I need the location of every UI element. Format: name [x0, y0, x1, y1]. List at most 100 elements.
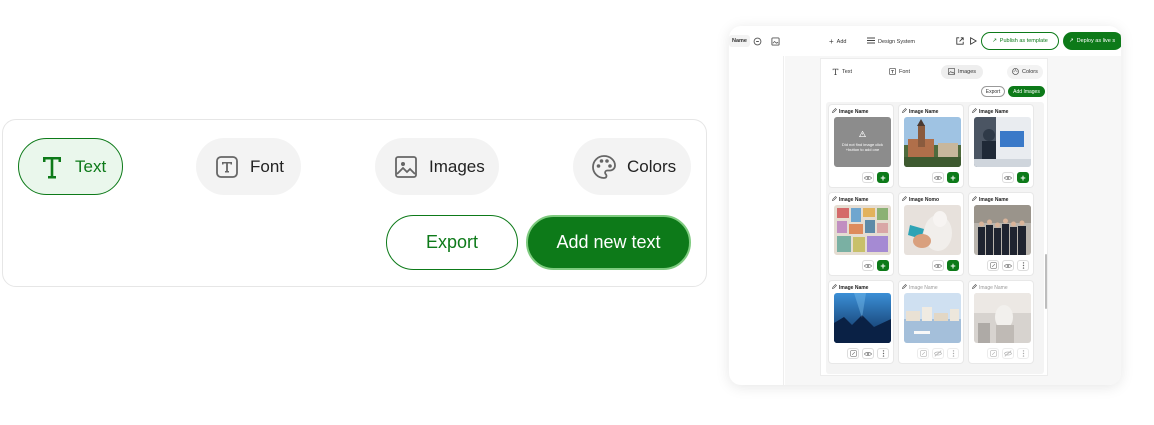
image-card-actions: + [932, 260, 959, 271]
tab-font-label: Font [250, 156, 285, 176]
zoom-toolbar-card: Text Font Images Colors Export Add new t… [2, 119, 707, 287]
project-name[interactable]: Name [729, 35, 750, 47]
palette-icon [591, 154, 617, 180]
missing-image-placeholder[interactable]: Did not find image click +button to add … [834, 117, 891, 167]
gallery-icon[interactable] [771, 37, 780, 46]
plus-icon[interactable]: + [877, 260, 889, 271]
eye-off-icon[interactable] [1002, 348, 1014, 359]
plus-icon[interactable]: + [947, 172, 959, 183]
image-card[interactable]: Image Name Did not find image click +butt… [828, 104, 894, 188]
pencil-icon [832, 196, 837, 203]
tab-font[interactable]: Font [196, 138, 301, 195]
replace-icon[interactable] [987, 260, 999, 271]
publish-label: Publish as template [999, 38, 1048, 44]
image-card-name: Image Name [839, 196, 869, 203]
image-thumbnail[interactable] [974, 205, 1031, 255]
arrow-up-right-icon: ↗ [1069, 38, 1074, 44]
panel-tab-colors[interactable]: Colors [1007, 65, 1043, 79]
eye-icon[interactable] [932, 260, 944, 271]
image-card[interactable]: Image Name [898, 280, 964, 364]
image-thumbnail[interactable] [974, 293, 1031, 343]
image-card-title[interactable]: Image Name [972, 196, 1008, 203]
image-card-title[interactable]: Image Name [832, 108, 868, 115]
design-system-menu[interactable]: Design System [867, 37, 915, 46]
image-card[interactable]: Image Name + [828, 192, 894, 276]
image-thumbnail[interactable] [904, 293, 961, 343]
warning-icon [858, 131, 867, 138]
text-icon [832, 68, 839, 77]
image-icon [393, 154, 419, 180]
image-card-title[interactable]: Image Name [832, 284, 868, 291]
add-new-text-button[interactable]: Add new text [526, 215, 691, 270]
image-card-title[interactable]: Image Nomo [902, 196, 939, 203]
tab-images-label: Images [429, 156, 485, 176]
replace-icon[interactable] [847, 348, 859, 359]
image-card-title[interactable]: Image Name [902, 108, 938, 115]
image-card-title[interactable]: Image Name [832, 196, 868, 203]
pencil-icon [832, 108, 837, 115]
add-images-button[interactable]: Add Images [1008, 86, 1045, 97]
deploy-live-button[interactable]: ↗ Deploy as live s [1063, 32, 1121, 50]
panel-tab-colors-label: Colors [1022, 69, 1038, 75]
image-card-title[interactable]: Image Name [972, 284, 1008, 291]
scrollbar[interactable] [1045, 254, 1047, 309]
more-icon[interactable] [1017, 348, 1029, 359]
more-icon[interactable] [1017, 260, 1029, 271]
eye-icon[interactable] [862, 260, 874, 271]
pencil-icon [832, 284, 837, 291]
plus-icon[interactable]: + [1017, 172, 1029, 183]
image-card-title[interactable]: Image Name [972, 108, 1008, 115]
panel-tab-text[interactable]: Text [832, 65, 852, 79]
image-card[interactable]: Image Nomo + [898, 192, 964, 276]
tab-images[interactable]: Images [375, 138, 499, 195]
publish-template-button[interactable]: ↗ Publish as template [981, 32, 1059, 50]
eye-icon[interactable] [932, 172, 944, 183]
pencil-icon [902, 196, 907, 203]
external-link-icon[interactable] [956, 37, 964, 45]
play-icon[interactable] [969, 37, 977, 45]
images-panel: Text Font Images Colors Export Add Image… [820, 58, 1048, 376]
image-card[interactable]: Image Name [968, 192, 1034, 276]
image-card-actions [987, 260, 1029, 271]
image-card-actions: + [862, 172, 889, 183]
panel-tab-font-label: Font [899, 69, 911, 75]
image-thumbnail[interactable] [834, 293, 891, 343]
image-card[interactable]: Image Name + [968, 104, 1034, 188]
image-card-name: Image Name [979, 196, 1009, 203]
image-card-title[interactable]: Image Name [902, 284, 938, 291]
sidebar [729, 56, 784, 385]
panel-tab-font[interactable]: Font [889, 65, 910, 79]
tab-colors[interactable]: Colors [573, 138, 691, 195]
tab-text[interactable]: Text [18, 138, 123, 195]
plus-icon[interactable]: + [877, 172, 889, 183]
tab-colors-label: Colors [627, 156, 677, 176]
replace-icon[interactable] [917, 348, 929, 359]
eye-off-icon[interactable] [932, 348, 944, 359]
arrow-up-right-icon: ↗ [992, 38, 997, 44]
pencil-icon [972, 284, 977, 291]
pencil-icon [972, 108, 977, 115]
export-button[interactable]: Export [386, 215, 518, 270]
panel-tab-images[interactable]: Images [941, 65, 983, 79]
image-thumbnail[interactable] [904, 117, 961, 167]
image-card[interactable]: Image Name [828, 280, 894, 364]
eye-icon[interactable] [1002, 172, 1014, 183]
eye-icon[interactable] [862, 348, 874, 359]
plus-icon[interactable]: + [947, 260, 959, 271]
panel-tab-text-label: Text [842, 69, 853, 75]
image-card[interactable]: Image Name [968, 280, 1034, 364]
comment-icon[interactable] [753, 37, 762, 46]
tab-text-label: Text [75, 156, 107, 176]
panel-export-button[interactable]: Export [981, 86, 1005, 97]
image-thumbnail[interactable] [974, 117, 1031, 167]
add-menu[interactable]: + Add [829, 37, 846, 46]
eye-icon[interactable] [1002, 260, 1014, 271]
image-card[interactable]: Image Name + [898, 104, 964, 188]
replace-icon[interactable] [987, 348, 999, 359]
image-thumbnail[interactable] [834, 205, 891, 255]
font-icon [214, 154, 240, 180]
image-thumbnail[interactable] [904, 205, 961, 255]
more-icon[interactable] [877, 348, 889, 359]
eye-icon[interactable] [862, 172, 874, 183]
more-icon[interactable] [947, 348, 959, 359]
